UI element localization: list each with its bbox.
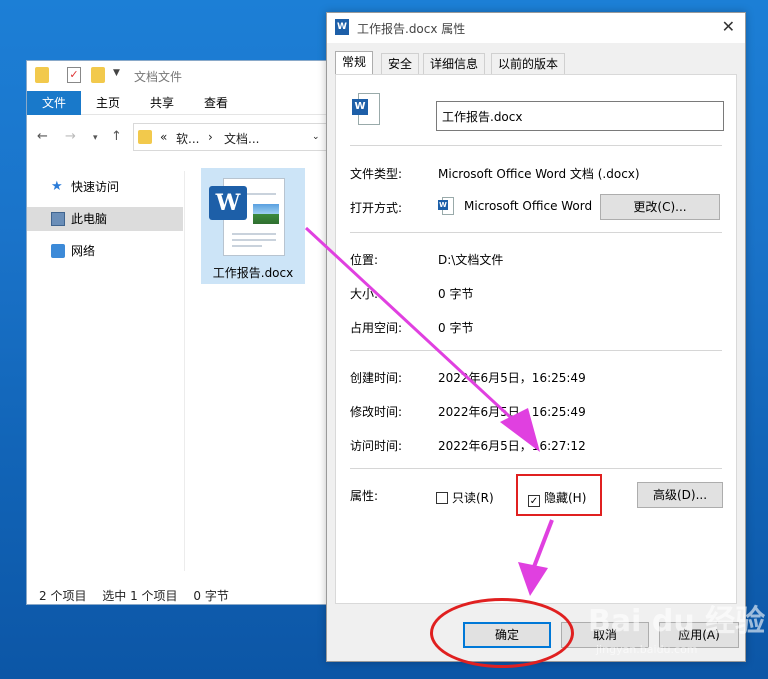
baidu-watermark: Bai du 经验	[588, 604, 766, 639]
arrow-to-ok	[530, 519, 554, 573]
arrow-to-hidden	[304, 226, 524, 430]
annotation-arrows	[304, 226, 554, 596]
watermark-url: jingyan.baidu.com	[596, 643, 698, 656]
arrowhead-icon	[518, 562, 548, 596]
